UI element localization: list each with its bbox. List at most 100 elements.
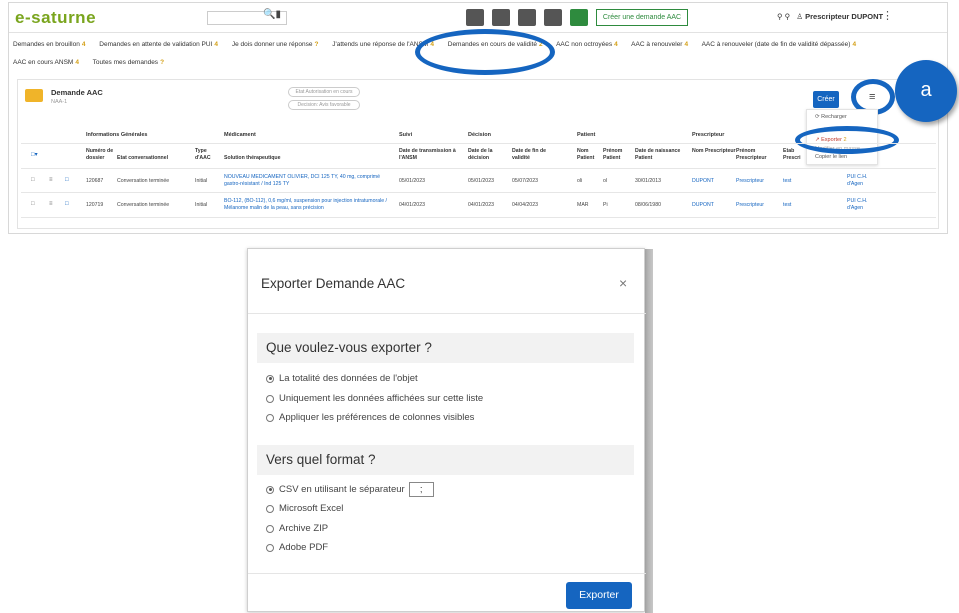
tabs-row-2: AAC en cours ANSM 4 Toutes mes demandes? <box>13 59 176 66</box>
option-affichees-label: Uniquement les données affichées sur cet… <box>279 393 484 404</box>
col-prenom-patient[interactable]: Prénom Patient <box>603 148 631 162</box>
col-date-fin[interactable]: Date de fin de validité <box>512 148 560 162</box>
row-1-nom-prescripteur[interactable]: DUPONT <box>692 178 714 185</box>
filter-chip-etat[interactable]: Etat Autorisation en cours <box>288 87 360 97</box>
option-pdf[interactable]: Adobe PDF <box>266 542 328 553</box>
radio-affichees[interactable] <box>266 394 274 403</box>
separator-input[interactable]: ; <box>408 482 434 497</box>
search-icon[interactable]: 🔍▮ <box>263 9 281 20</box>
col-date-decision[interactable]: Date de la décision <box>468 148 508 162</box>
row-1-pui[interactable]: PUI C.H. d'Agen <box>847 174 879 188</box>
header-divider <box>21 143 936 144</box>
toolbar-button-1[interactable] <box>466 9 484 26</box>
create-button[interactable]: Créer <box>813 91 839 108</box>
radio-pdf[interactable] <box>266 543 274 552</box>
row-2-open-icon[interactable]: □ <box>65 201 69 207</box>
close-icon[interactable]: × <box>619 275 627 291</box>
create-aac-button[interactable]: Créer une demande AAC <box>596 9 688 26</box>
radio-excel[interactable] <box>266 504 274 513</box>
group-decision: Décision <box>468 132 491 138</box>
option-totalite[interactable]: La totalité des données de l'objet <box>266 373 418 384</box>
row-divider <box>21 217 936 218</box>
toolbar-button-green[interactable] <box>570 9 588 26</box>
row-1-prenom-prescripteur[interactable]: Prescripteur <box>736 178 764 185</box>
option-zip[interactable]: Archive ZIP <box>266 523 328 534</box>
menu-item-recharger[interactable]: ⟳ Recharger <box>815 114 847 120</box>
tab-non-octroyees[interactable]: AAC non octroyées 4 <box>556 41 618 48</box>
row-2-checkbox[interactable]: □ <box>31 201 35 207</box>
col-naissance[interactable]: Date de naissance Patient <box>635 148 687 162</box>
row-1-etablissement[interactable]: test <box>783 178 791 185</box>
col-etablissement[interactable]: Etab Prescri <box>783 148 803 162</box>
toolbar-button-3[interactable] <box>518 9 536 26</box>
row-2-pui[interactable]: PUI C.H. d'Agen <box>847 198 879 212</box>
tab-en-cours-ansm[interactable]: AAC en cours ANSM 4 <box>13 59 79 66</box>
user-menu[interactable]: ⚲ ⚲ ♙ Prescripteur DUPONT <box>777 12 883 21</box>
export-button[interactable]: Exporter <box>566 582 632 609</box>
row-1-menu-icon[interactable]: ≡ <box>49 177 53 183</box>
tab-donner-reponse[interactable]: Je dois donner une réponse? <box>232 41 319 48</box>
kebab-menu-icon[interactable]: ⋮ <box>882 9 893 22</box>
radio-zip[interactable] <box>266 524 274 533</box>
row-2-solution[interactable]: BO-112, (BO-112), 0,6 mg/ml, suspension … <box>224 198 394 212</box>
row-2-date-fin: 04/04/2023 <box>512 202 538 208</box>
toolbar-button-4[interactable] <box>544 9 562 26</box>
option-preferences[interactable]: Appliquer les préférences de colonnes vi… <box>266 412 474 423</box>
dialog-footer-divider <box>248 573 646 574</box>
row-1-type: Initial <box>195 178 208 184</box>
row-1-numero: 120687 <box>86 178 104 184</box>
row-1-date-transmission: 05/01/2023 <box>399 178 425 184</box>
row-1-date-decision: 05/01/2023 <box>468 178 494 184</box>
option-affichees[interactable]: Uniquement les données affichées sur cet… <box>266 393 483 404</box>
folder-icon <box>25 89 43 102</box>
section-what-header: Que voulez-vous exporter ? <box>257 333 634 363</box>
group-patient: Patient <box>577 132 596 138</box>
section-format-header: Vers quel format ? <box>257 445 634 475</box>
tab-a-renouveler-depassee[interactable]: AAC à renouveler (date de fin de validit… <box>702 41 857 48</box>
export-highlight-ellipse <box>795 126 899 154</box>
row-1-checkbox[interactable]: □ <box>31 177 35 183</box>
col-type[interactable]: Type d'AAC <box>195 148 219 162</box>
row-1-solution[interactable]: NOUVEAU MEDICAMENT OLIVIER, DCI 125 TY, … <box>224 174 394 188</box>
row-2-date-decision: 04/01/2023 <box>468 202 494 208</box>
row-1-open-icon[interactable]: □ <box>65 177 69 183</box>
row-2-nom-prescripteur[interactable]: DUPONT <box>692 202 714 209</box>
row-2-etablissement[interactable]: test <box>783 202 791 209</box>
tab-a-renouveler[interactable]: AAC à renouveler 4 <box>631 41 688 48</box>
tab-highlight-ellipse <box>415 29 555 75</box>
col-prenom-prescripteur[interactable]: Prénom Prescripteur <box>736 148 776 162</box>
row-2-menu-icon[interactable]: ≡ <box>49 201 53 207</box>
option-csv-label: CSV en utilisant le séparateur <box>279 484 405 495</box>
section-what-title: Que voulez-vous exporter ? <box>266 340 432 355</box>
app-logo[interactable]: e-saturne <box>15 8 96 28</box>
group-suivi: Suivi <box>399 132 413 138</box>
row-2-prenom-patient: Pi <box>603 202 608 208</box>
col-nom-patient[interactable]: Nom Patient <box>577 148 603 162</box>
application-screenshot: e-saturne 🔍▮ Créer une demande AAC ⚲ ⚲ ♙… <box>8 2 948 234</box>
menu-item-copier[interactable]: Copier le lien <box>815 154 847 160</box>
option-excel[interactable]: Microsoft Excel <box>266 503 343 514</box>
row-2-prenom-prescripteur[interactable]: Prescripteur <box>736 202 764 209</box>
radio-totalite[interactable] <box>266 374 274 383</box>
tab-brouillon[interactable]: Demandes en brouillon 4 <box>13 41 85 48</box>
tab-attente-validation[interactable]: Demandes en attente de validation PUI 4 <box>99 41 218 48</box>
radio-preferences[interactable] <box>266 413 274 422</box>
group-prescripteur: Prescripteur <box>692 132 725 138</box>
col-solution[interactable]: Solution thérapeutique <box>224 155 364 162</box>
dialog-title: Exporter Demande AAC <box>261 276 406 291</box>
toolbar-button-2[interactable] <box>492 9 510 26</box>
tab-toutes-demandes[interactable]: Toutes mes demandes? <box>93 59 164 66</box>
row-1-nom-patient: oli <box>577 178 583 184</box>
col-date-transmission[interactable]: Date de transmission à l'ANSM <box>399 148 461 162</box>
section-format-title: Vers quel format ? <box>266 452 376 467</box>
radio-csv[interactable] <box>266 485 274 494</box>
list-title: Demande AAC <box>51 88 103 97</box>
select-all-checkbox[interactable]: □▾ <box>31 151 38 158</box>
option-zip-label: Archive ZIP <box>279 523 329 534</box>
row-1-etat: Conversation terminée <box>117 178 170 184</box>
filter-chip-decision[interactable]: Decision: Avis favorable <box>288 100 360 110</box>
col-etat[interactable]: Etat conversationnel <box>117 155 183 162</box>
annotation-badge: a <box>895 60 957 122</box>
option-csv[interactable]: CSV en utilisant le séparateur ; <box>266 482 434 497</box>
col-nom-prescripteur[interactable]: Nom Prescripteur <box>692 148 736 155</box>
